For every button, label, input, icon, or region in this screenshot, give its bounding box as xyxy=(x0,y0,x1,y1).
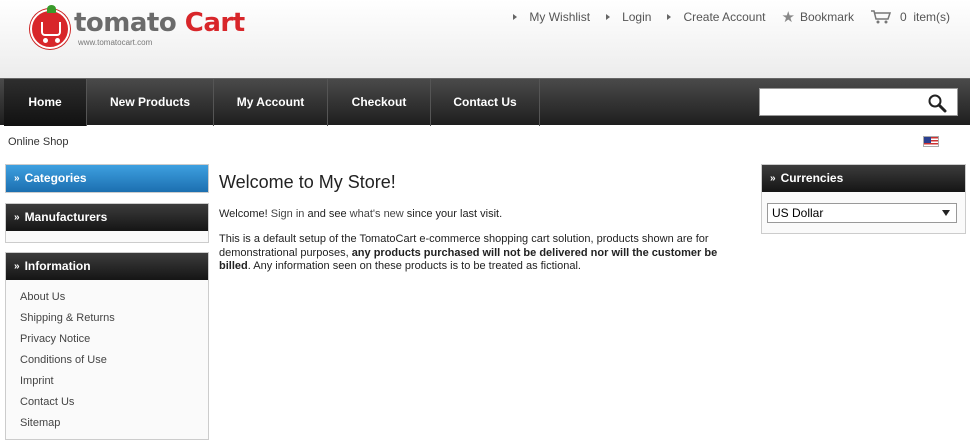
information-header: » Information xyxy=(6,253,208,280)
login-link[interactable]: Login xyxy=(606,10,651,24)
nav-new-products[interactable]: New Products xyxy=(87,79,214,126)
information-list: About Us Shipping & Returns Privacy Noti… xyxy=(6,280,208,438)
double-chevron-icon: » xyxy=(14,212,19,223)
search-input[interactable] xyxy=(764,93,924,111)
nav-checkout[interactable]: Checkout xyxy=(328,79,431,126)
arrow-right-icon xyxy=(667,14,672,20)
info-link-shipping-returns[interactable]: Shipping & Returns xyxy=(20,312,208,333)
store-logo[interactable]: tomato Cart www.tomatocart.com xyxy=(30,5,245,52)
nav-contact-us[interactable]: Contact Us xyxy=(431,79,540,126)
currency-select[interactable]: US Dollar xyxy=(767,203,957,223)
categories-box: » Categories xyxy=(5,164,209,193)
create-account-link[interactable]: Create Account xyxy=(667,10,766,24)
sign-in-link[interactable]: Sign in xyxy=(271,208,305,220)
page-title: Welcome to My Store! xyxy=(219,172,396,192)
breadcrumb[interactable]: Online Shop xyxy=(8,136,69,148)
search-box xyxy=(759,88,958,116)
manufacturers-box: » Manufacturers xyxy=(5,203,209,243)
info-link-contact-us[interactable]: Contact Us xyxy=(20,396,208,417)
info-link-privacy-notice[interactable]: Privacy Notice xyxy=(20,333,208,354)
store-description: This is a default setup of the TomatoCar… xyxy=(219,233,718,272)
bookmark-link[interactable]: ★ Bookmark xyxy=(782,10,854,25)
welcome-text: Welcome! Sign in and see what's new sinc… xyxy=(219,208,503,220)
dropdown-caret-icon xyxy=(942,210,950,216)
information-box: » Information About Us Shipping & Returns… xyxy=(5,252,209,440)
currencies-header: » Currencies xyxy=(762,165,965,192)
manufacturers-header: » Manufacturers xyxy=(6,204,208,231)
wishlist-link[interactable]: My Wishlist xyxy=(513,10,590,24)
star-icon: ★ xyxy=(781,8,795,26)
tomato-cart-logo-icon xyxy=(30,5,70,49)
arrow-right-icon xyxy=(606,14,611,20)
nav-home[interactable]: Home xyxy=(4,79,87,126)
cart-icon xyxy=(870,10,892,24)
arrow-right-icon xyxy=(513,14,518,20)
cart-link[interactable]: 0 item(s) xyxy=(870,10,950,24)
logo-url: www.tomatocart.com xyxy=(78,38,153,47)
currencies-box: » Currencies xyxy=(761,164,966,234)
whats-new-link[interactable]: what's new xyxy=(350,208,404,220)
us-flag-icon[interactable] xyxy=(923,136,939,147)
info-link-conditions-of-use[interactable]: Conditions of Use xyxy=(20,354,208,375)
logo-text: tomato Cart xyxy=(74,8,245,38)
search-icon[interactable] xyxy=(927,93,947,113)
double-chevron-icon: » xyxy=(14,173,19,184)
double-chevron-icon: » xyxy=(770,173,775,184)
categories-header[interactable]: » Categories xyxy=(6,165,208,192)
info-link-imprint[interactable]: Imprint xyxy=(20,375,208,396)
double-chevron-icon: » xyxy=(14,261,19,272)
info-link-sitemap[interactable]: Sitemap xyxy=(20,417,208,438)
top-links: My Wishlist Login Create Account ★ Bookma… xyxy=(497,9,950,25)
info-link-about-us[interactable]: About Us xyxy=(20,291,208,312)
header: tomato Cart www.tomatocart.com My Wishli… xyxy=(0,0,970,78)
nav-my-account[interactable]: My Account xyxy=(214,79,328,126)
